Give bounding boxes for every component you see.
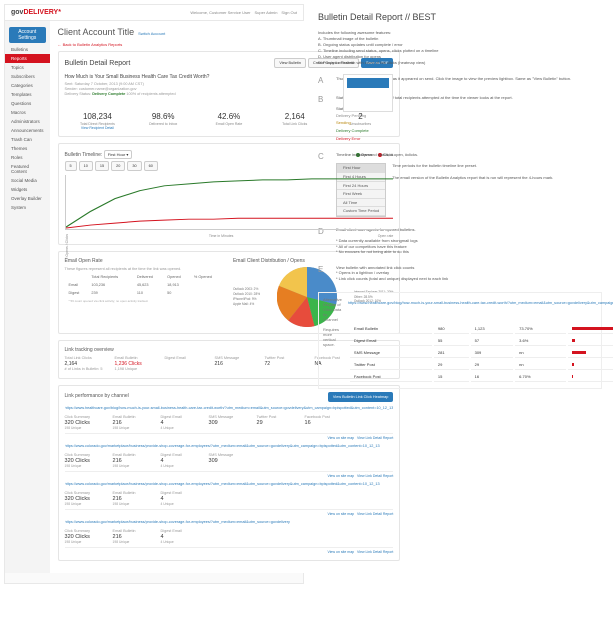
alt-url[interactable]: https://www.healthcare.gov/blog/how-much… <box>348 301 613 305</box>
nav-questions[interactable]: Questions <box>5 99 50 108</box>
kpi-delivered: 98.6% <box>130 112 196 121</box>
logo: govDELIVERY* <box>11 9 61 16</box>
nav-roles[interactable]: Roles <box>5 153 50 162</box>
kpi-openrate: 42.6% <box>196 112 262 121</box>
view-recipient-link[interactable]: View Recipient Detail <box>65 126 131 130</box>
top-links: Welcome, Customer Service User Super Adm… <box>190 10 297 15</box>
alt-note-title: Alternative Display of Click Data by Cha… <box>323 297 342 322</box>
timeline-dropdown[interactable]: First Hour ▾ <box>104 150 133 159</box>
nav-administrators[interactable]: Administrators <box>5 117 50 126</box>
nav-macros[interactable]: Macros <box>5 108 50 117</box>
nav-categories[interactable]: Categories <box>5 81 50 90</box>
nav-widgets[interactable]: Widgets <box>5 185 50 194</box>
welcome-link[interactable]: Welcome, Customer Service User <box>190 10 250 15</box>
view-bulletin-button[interactable]: View Bulletin <box>274 58 306 68</box>
nav-featured[interactable]: Featured Content <box>5 162 50 176</box>
kpi-recipients: 108,234 <box>65 112 131 121</box>
report-title: Bulletin Detail Report <box>65 60 131 67</box>
account-settings-button[interactable]: Account Settings <box>9 27 46 43</box>
signout-link[interactable]: Sign Out <box>281 10 297 15</box>
tl-tick[interactable]: 5 <box>65 161 77 171</box>
nav-announcements[interactable]: Announcements <box>5 126 50 135</box>
open-rate-table: Total RecipientsDeliveredOpened% Opened … <box>65 272 225 306</box>
alt-table: Email Bulletin9801,12373.70%Digest Email… <box>348 322 613 384</box>
nav-themes[interactable]: Themes <box>5 144 50 153</box>
switch-account-link[interactable]: Switch Account <box>138 31 165 36</box>
right-title: Bulletin Detail Report // BEST <box>318 12 602 22</box>
nav-templates[interactable]: Templates <box>5 90 50 99</box>
nav-system[interactable]: System <box>5 203 50 212</box>
client-title: Client Account Title <box>58 27 135 37</box>
topbar: govDELIVERY* Welcome, Customer Service U… <box>5 5 303 21</box>
nav-overlay[interactable]: Overlay Builder <box>5 194 50 203</box>
nav-trash[interactable]: Trash Can <box>5 135 50 144</box>
nav-reports[interactable]: Reports <box>5 54 50 63</box>
sidebar: Account Settings Bulletins Reports Topic… <box>5 21 50 573</box>
nav-social[interactable]: Social Media <box>5 176 50 185</box>
nav-bulletins[interactable]: Bulletins <box>5 45 50 54</box>
app-main: govDELIVERY* Welcome, Customer Service U… <box>4 4 304 584</box>
bulletin-thumbnail[interactable] <box>343 74 393 112</box>
nav-subscribers[interactable]: Subscribers <box>5 72 50 81</box>
superadmin-link[interactable]: Super Admin <box>255 10 278 15</box>
nav-topics[interactable]: Topics <box>5 63 50 72</box>
timeline-chart <box>65 175 394 230</box>
